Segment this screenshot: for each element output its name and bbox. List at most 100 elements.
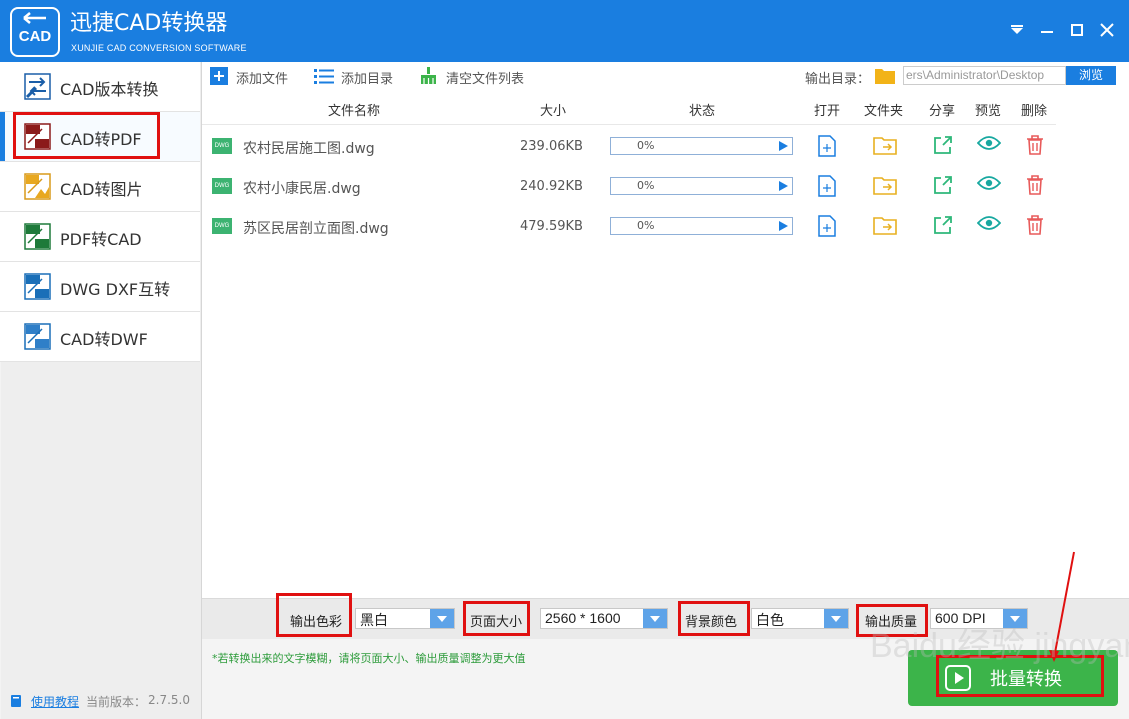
maximize-icon[interactable] bbox=[1065, 18, 1089, 42]
chevron-down-icon bbox=[824, 609, 848, 628]
folder-icon[interactable] bbox=[875, 67, 895, 84]
page-size-select[interactable]: 2560 * 1600 bbox=[540, 608, 668, 629]
chevron-down-icon bbox=[430, 609, 454, 628]
clear-list-label: 清空文件列表 bbox=[446, 72, 525, 87]
col-header-share: 分享 bbox=[929, 104, 956, 119]
col-header-delete: 删除 bbox=[1021, 104, 1048, 119]
open-file-icon[interactable] bbox=[817, 175, 837, 201]
sidebar-item-cad-to-dwf[interactable]: CAD转DWF bbox=[0, 312, 200, 362]
broom-icon bbox=[421, 67, 436, 84]
open-file-icon[interactable] bbox=[817, 215, 837, 241]
open-folder-icon[interactable] bbox=[873, 135, 897, 159]
preview-eye-icon[interactable] bbox=[976, 175, 1002, 195]
bg-color-label: 背景颜色 bbox=[685, 615, 738, 630]
delete-trash-icon[interactable] bbox=[1026, 215, 1044, 239]
clear-list-button[interactable]: 清空文件列表 bbox=[420, 67, 540, 87]
col-header-open: 打开 bbox=[814, 104, 841, 119]
page-size-select-value: 2560 * 1600 bbox=[545, 610, 621, 626]
minimize-icon[interactable] bbox=[1035, 18, 1059, 42]
file-name: 农村小康民居.dwg bbox=[243, 181, 361, 197]
share-icon[interactable] bbox=[933, 215, 953, 239]
output-dir-input[interactable]: ers\Administrator\Desktop bbox=[903, 66, 1066, 85]
share-icon[interactable] bbox=[933, 135, 953, 159]
open-file-icon[interactable] bbox=[817, 135, 837, 161]
browse-label: 浏览 bbox=[1078, 68, 1103, 82]
share-icon[interactable] bbox=[933, 175, 953, 199]
version-value: 2.7.5.0 bbox=[148, 693, 190, 707]
play-icon[interactable] bbox=[779, 141, 788, 151]
progress-text: 0% bbox=[637, 139, 655, 152]
cad-to-image-icon bbox=[24, 173, 51, 200]
active-indicator bbox=[0, 112, 5, 161]
play-icon[interactable] bbox=[779, 181, 788, 191]
add-file-button[interactable]: 添加文件 bbox=[210, 67, 300, 87]
preview-eye-icon[interactable] bbox=[976, 135, 1002, 155]
file-size: 240.92KB bbox=[520, 179, 583, 194]
dwg-file-icon: DWG bbox=[212, 178, 232, 194]
progress-bar: 0% bbox=[610, 177, 793, 195]
watermark-text: Baidu经验 jingyan.baidu.com bbox=[870, 627, 1129, 665]
page-size-label: 页面大小 bbox=[470, 615, 523, 630]
highlight-box bbox=[13, 112, 160, 159]
output-dir-label: 输出目录： bbox=[805, 72, 871, 87]
sidebar-item-cad-version[interactable]: CAD版本转换 bbox=[0, 62, 200, 112]
progress-bar: 0% bbox=[610, 217, 793, 235]
cad-to-dwf-icon bbox=[24, 323, 51, 350]
col-header-folder: 文件夹 bbox=[864, 104, 904, 119]
close-icon[interactable] bbox=[1095, 18, 1119, 42]
dwg-file-icon: DWG bbox=[212, 218, 232, 234]
plus-icon bbox=[210, 67, 228, 85]
progress-bar: 0% bbox=[610, 137, 793, 155]
sidebar-item-label: CAD转DWF bbox=[60, 330, 148, 349]
dwg-dxf-icon bbox=[24, 273, 51, 300]
sidebar-item-dwg-dxf[interactable]: DWG DXF互转 bbox=[0, 262, 200, 312]
sidebar-item-label: CAD转图片 bbox=[60, 180, 143, 199]
delete-trash-icon[interactable] bbox=[1026, 135, 1044, 159]
watermark: Baidu经验 jingyan.baidu.com bbox=[870, 600, 1129, 700]
dwg-file-icon: DWG bbox=[212, 138, 232, 154]
bg-color-select[interactable]: 白色 bbox=[751, 608, 849, 629]
book-icon bbox=[11, 695, 21, 707]
pdf-to-cad-icon bbox=[24, 223, 51, 250]
open-folder-icon[interactable] bbox=[873, 175, 897, 199]
color-label: 输出色彩 bbox=[290, 615, 343, 630]
col-header-status: 状态 bbox=[689, 104, 716, 119]
app-subtitle: XUNJIE CAD CONVERSION SOFTWARE bbox=[71, 43, 247, 53]
sidebar-item-pdf-to-cad[interactable]: PDF转CAD bbox=[0, 212, 200, 262]
col-header-size: 大小 bbox=[540, 104, 567, 119]
col-header-name: 文件名称 bbox=[328, 104, 381, 119]
output-dir-value: ers\Administrator\Desktop bbox=[906, 68, 1045, 82]
color-select-value: 黑白 bbox=[360, 612, 388, 628]
file-size: 479.59KB bbox=[520, 219, 583, 234]
file-name: 农村民居施工图.dwg bbox=[243, 141, 375, 157]
color-select[interactable]: 黑白 bbox=[355, 608, 455, 629]
logo-arrow-icon bbox=[23, 12, 46, 24]
open-folder-icon[interactable] bbox=[873, 215, 897, 239]
cad-version-icon bbox=[24, 73, 51, 100]
progress-text: 0% bbox=[637, 179, 655, 192]
file-name: 苏区民居剖立面图.dwg bbox=[243, 221, 389, 237]
list-icon bbox=[314, 69, 334, 84]
chevron-down-icon bbox=[643, 609, 667, 628]
add-dir-label: 添加目录 bbox=[341, 72, 394, 87]
bg-color-select-value: 白色 bbox=[756, 612, 784, 628]
progress-text: 0% bbox=[637, 219, 655, 232]
logo-text: CAD bbox=[18, 28, 52, 45]
add-dir-button[interactable]: 添加目录 bbox=[314, 67, 404, 87]
version-label: 当前版本： bbox=[86, 695, 147, 709]
tip-text: *若转换出来的文字模糊，请将页面大小、输出质量调整为更大值 bbox=[212, 652, 526, 665]
sidebar-item-label: CAD版本转换 bbox=[60, 80, 159, 99]
col-header-preview: 预览 bbox=[975, 104, 1002, 119]
play-icon[interactable] bbox=[779, 221, 788, 231]
file-size: 239.06KB bbox=[520, 139, 583, 154]
add-file-label: 添加文件 bbox=[236, 72, 289, 87]
sidebar-item-label: DWG DXF互转 bbox=[60, 280, 171, 299]
preview-eye-icon[interactable] bbox=[976, 215, 1002, 235]
help-link[interactable]: 使用教程 bbox=[31, 693, 79, 710]
sidebar-item-label: PDF转CAD bbox=[60, 230, 142, 249]
menu-icon[interactable] bbox=[1005, 18, 1029, 42]
app-title: 迅捷CAD转换器 bbox=[70, 11, 228, 36]
delete-trash-icon[interactable] bbox=[1026, 175, 1044, 199]
browse-button[interactable]: 浏览 bbox=[1066, 66, 1116, 85]
sidebar-item-cad-to-image[interactable]: CAD转图片 bbox=[0, 162, 200, 212]
